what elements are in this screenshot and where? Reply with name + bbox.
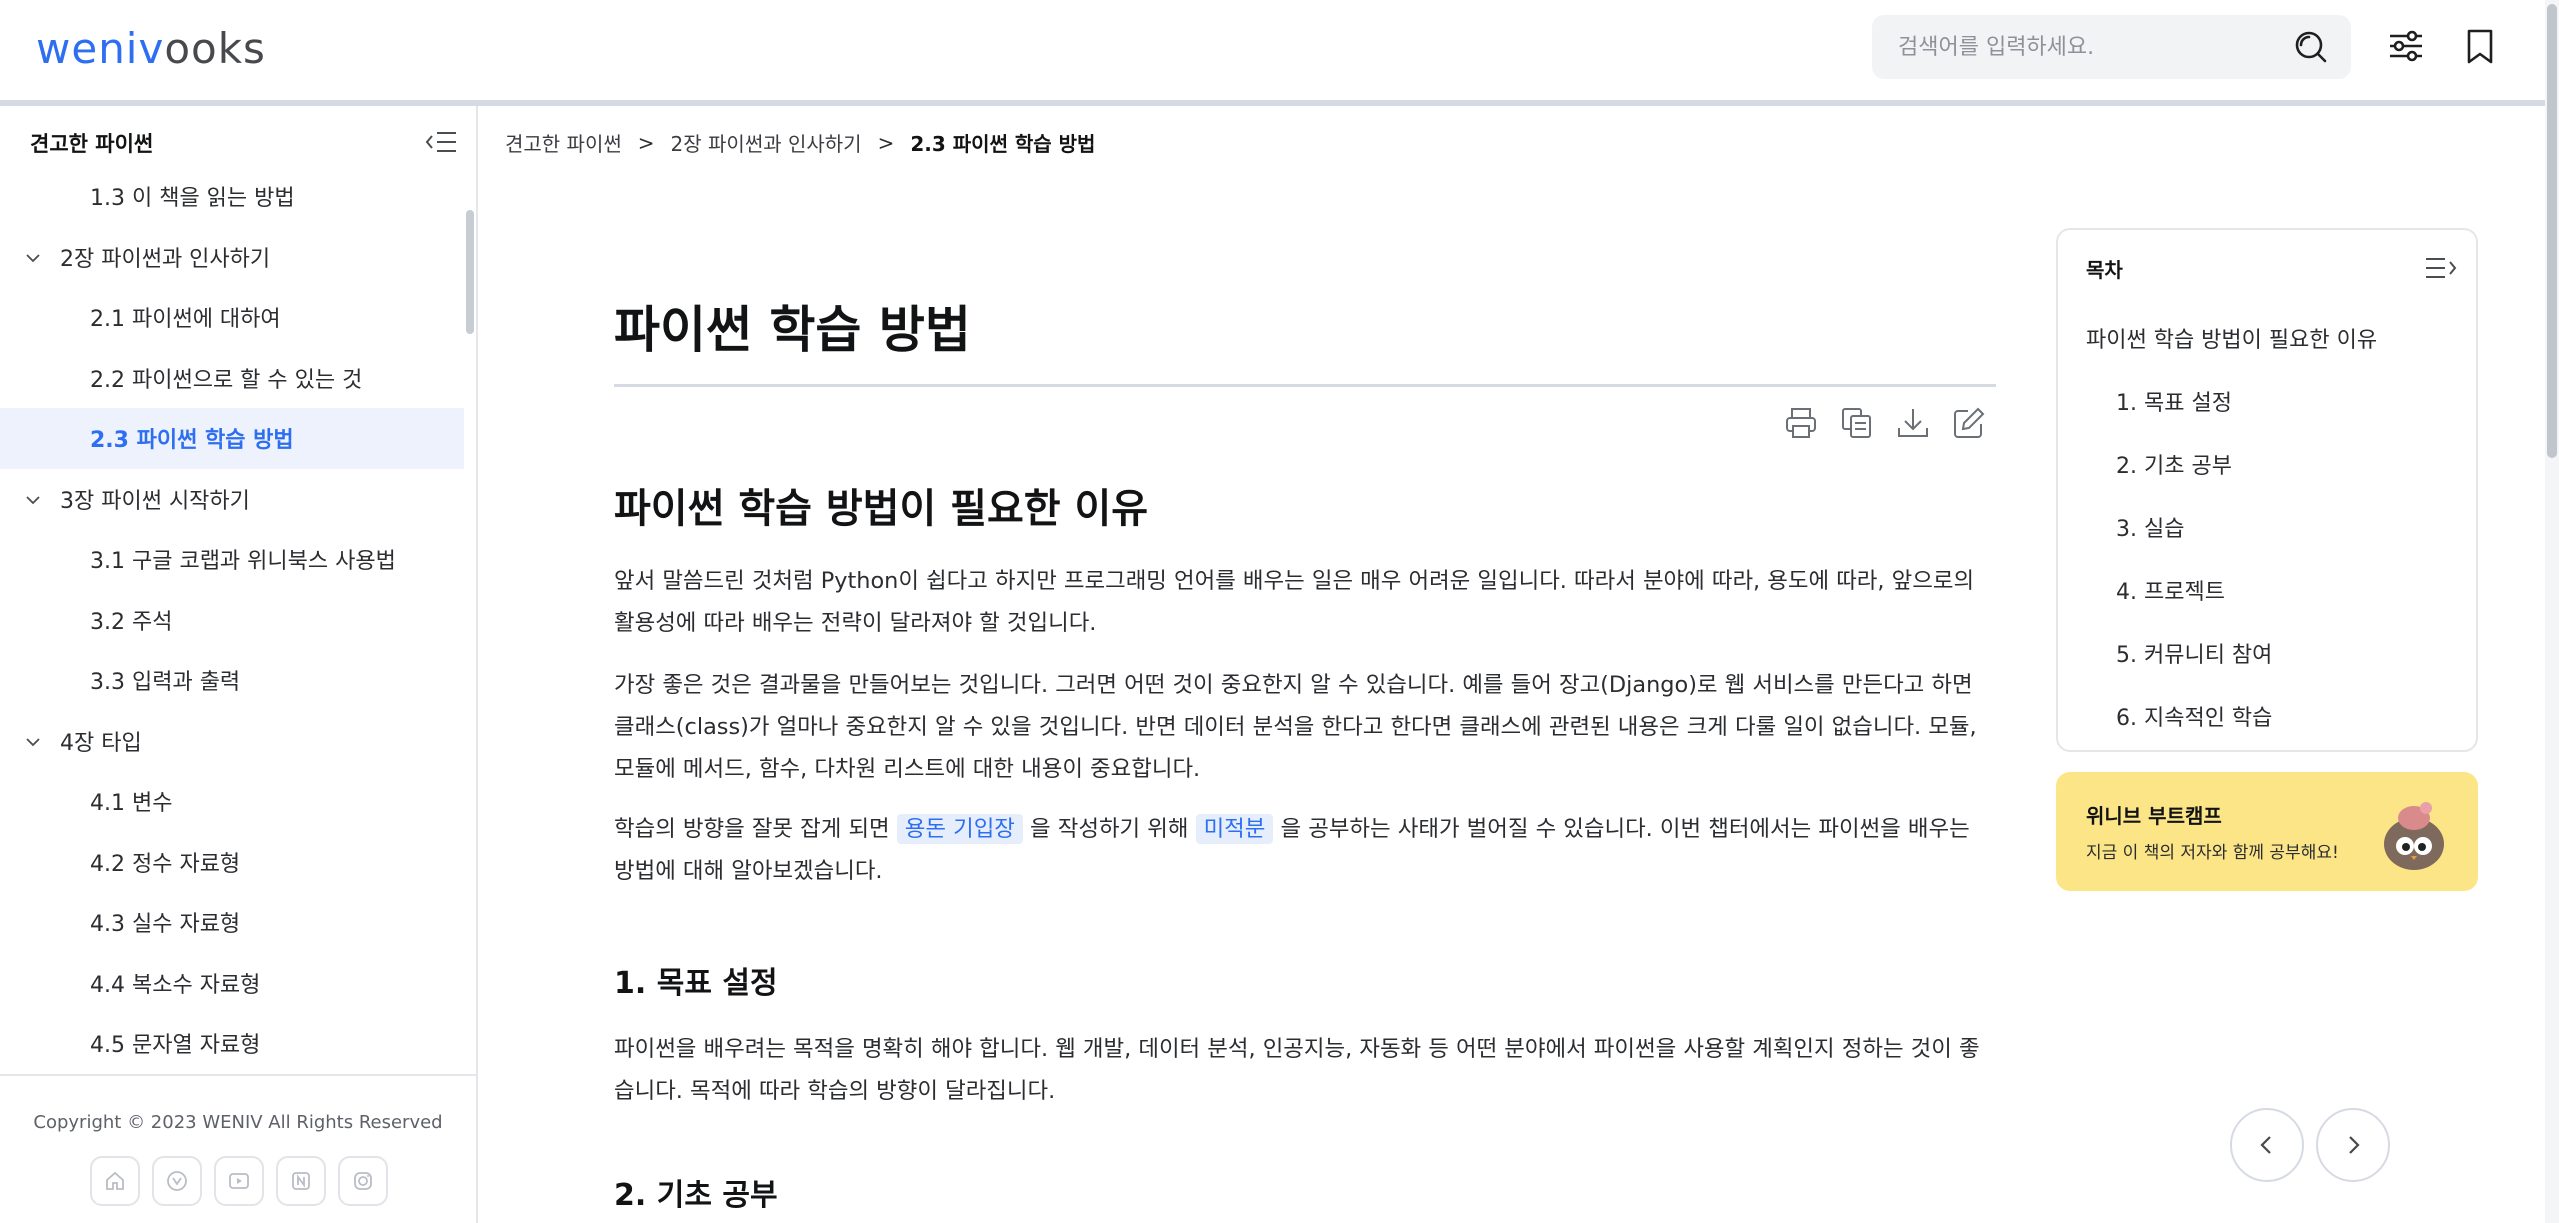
breadcrumb-current: 2.3 파이썬 학습 방법 bbox=[910, 132, 1096, 156]
sidebar-item-label: 1.3 이 책을 읽는 방법 bbox=[90, 186, 295, 212]
sidebar-book-title[interactable]: 견고한 파이썬 bbox=[30, 128, 153, 158]
toc-item-goal[interactable]: 1. 목표 설정 bbox=[2116, 385, 2232, 417]
toc-collapse-icon[interactable] bbox=[2424, 254, 2458, 282]
breadcrumb-separator: > bbox=[637, 130, 655, 155]
sidebar-item-2-2[interactable]: 2.2 파이썬으로 할 수 있는 것 bbox=[0, 348, 464, 409]
breadcrumb-separator: > bbox=[877, 130, 895, 155]
toc-item-why[interactable]: 파이썬 학습 방법이 필요한 이유 bbox=[2086, 322, 2377, 354]
download-icon[interactable] bbox=[1894, 404, 1932, 442]
sidebar: 견고한 파이썬 1.3 이 책을 읽는 방법 2장 파이썬과 인사하기 2.1 … bbox=[0, 106, 478, 1223]
chevron-down-icon[interactable] bbox=[24, 249, 42, 267]
toc-item-basics[interactable]: 2. 기초 공부 bbox=[2116, 448, 2232, 480]
sidebar-item-4-3[interactable]: 4.3 실수 자료형 bbox=[0, 892, 464, 953]
chevron-down-icon[interactable] bbox=[24, 733, 42, 751]
chevron-left-icon bbox=[2260, 1136, 2271, 1154]
sidebar-chapter-2[interactable]: 2장 파이썬과 인사하기 bbox=[0, 227, 464, 288]
edit-icon[interactable] bbox=[1950, 404, 1988, 442]
sidebar-item-label: 4.2 정수 자료형 bbox=[90, 851, 241, 877]
title-divider bbox=[614, 384, 1996, 387]
sidebar-item-label: 2.2 파이썬으로 할 수 있는 것 bbox=[90, 367, 363, 393]
sidebar-item-label: 4.5 문자열 자료형 bbox=[90, 1033, 261, 1059]
chevron-down-icon[interactable] bbox=[24, 491, 42, 509]
page-scrollbar-thumb[interactable] bbox=[2547, 4, 2557, 458]
sidebar-item-label: 4.1 변수 bbox=[90, 791, 173, 817]
next-page-button[interactable] bbox=[2316, 1108, 2390, 1182]
inline-code-allowance-book: 용돈 기입장 bbox=[896, 814, 1023, 844]
article-toolbar bbox=[1782, 404, 2002, 444]
sidebar-item-3-1[interactable]: 3.1 구글 코랩과 위니북스 사용법 bbox=[0, 529, 464, 590]
home-social-icon[interactable] bbox=[90, 1156, 140, 1206]
bootcamp-promo-banner[interactable]: 위니브 부트캠프 지금 이 책의 저자와 함께 공부해요! bbox=[2056, 772, 2478, 891]
paragraph-3-text: 을 작성하기 위해 bbox=[1022, 816, 1196, 842]
toc-item-practice[interactable]: 3. 실습 bbox=[2116, 511, 2184, 543]
weniv-books-logo[interactable]: weniv ooks bbox=[36, 18, 266, 78]
sidebar-scrollbar[interactable] bbox=[466, 210, 474, 334]
breadcrumb-book[interactable]: 견고한 파이썬 bbox=[505, 128, 622, 157]
paragraph-3: 학습의 방향을 잘못 잡게 되면 용돈 기입장 을 작성하기 위해 미적분 을 … bbox=[614, 808, 1996, 892]
sidebar-item-2-3-active[interactable]: 2.3 파이썬 학습 방법 bbox=[0, 408, 464, 469]
paragraph-goal: 파이썬을 배우려는 목적을 명확히 해야 합니다. 웹 개발, 데이터 분석, … bbox=[614, 1036, 1980, 1104]
toc-item-continuous[interactable]: 6. 지속적인 학습 bbox=[2116, 700, 2272, 732]
breadcrumb-chapter[interactable]: 2장 파이썬과 인사하기 bbox=[671, 128, 862, 157]
prev-page-button[interactable] bbox=[2230, 1108, 2304, 1182]
sidebar-item-label: 3.2 주석 bbox=[90, 609, 173, 635]
sidebar-item-label: 3.3 입력과 출력 bbox=[90, 670, 241, 696]
top-header: weniv ooks bbox=[0, 0, 2545, 100]
page-title: 파이썬 학습 방법 bbox=[614, 301, 971, 359]
mascot-character-icon bbox=[2384, 802, 2444, 870]
naver-blog-social-icon[interactable] bbox=[276, 1156, 326, 1206]
paragraph-2: 가장 좋은 것은 결과물을 만들어보는 것입니다. 그러면 어떤 것이 중요한지… bbox=[614, 672, 1977, 782]
sidebar-item-label: 2장 파이썬과 인사하기 bbox=[60, 246, 271, 272]
sidebar-item-4-1[interactable]: 4.1 변수 bbox=[0, 771, 464, 832]
instagram-social-icon[interactable] bbox=[338, 1156, 388, 1206]
sidebar-item-3-2[interactable]: 3.2 주석 bbox=[0, 590, 464, 651]
copy-icon[interactable] bbox=[1838, 404, 1876, 442]
sidebar-item-4-5[interactable]: 4.5 문자열 자료형 bbox=[0, 1013, 464, 1074]
search-input[interactable] bbox=[1898, 34, 2278, 60]
sidebar-item-4-2[interactable]: 4.2 정수 자료형 bbox=[0, 832, 464, 893]
toc-item-community[interactable]: 5. 커뮤니티 참여 bbox=[2116, 637, 2272, 669]
chevron-right-icon bbox=[2349, 1136, 2360, 1154]
paragraph-3-text: 학습의 방향을 잘못 잡게 되면 bbox=[614, 816, 897, 842]
discord-social-icon[interactable] bbox=[152, 1156, 202, 1206]
sidebar-item-label: 3.1 구글 코랩과 위니북스 사용법 bbox=[90, 549, 396, 575]
print-icon[interactable] bbox=[1782, 404, 1820, 442]
sidebar-item-4-4[interactable]: 4.4 복소수 자료형 bbox=[0, 953, 464, 1014]
toc-title: 목차 bbox=[2086, 258, 2123, 282]
sidebar-chapter-3[interactable]: 3장 파이썬 시작하기 bbox=[0, 469, 464, 530]
article-header: 파이썬 학습 방법 bbox=[614, 290, 1996, 370]
sidebar-chapter-4[interactable]: 4장 타입 bbox=[0, 711, 464, 772]
logo-books-text: ooks bbox=[164, 23, 266, 73]
bookmark-icon[interactable] bbox=[2460, 26, 2500, 66]
sidebar-item-label: 4장 타입 bbox=[60, 730, 142, 756]
search-box bbox=[1872, 15, 2351, 79]
section-heading: 파이썬 학습 방법이 필요한 이유 bbox=[614, 486, 1149, 532]
sidebar-item-label: 3장 파이썬 시작하기 bbox=[60, 488, 250, 514]
sidebar-item-2-1[interactable]: 2.1 파이썬에 대하여 bbox=[0, 287, 464, 348]
logo-weniv-text: weniv bbox=[36, 23, 165, 73]
sidebar-item-1-3[interactable]: 1.3 이 책을 읽는 방법 bbox=[0, 166, 464, 227]
search-icon[interactable] bbox=[2293, 29, 2329, 65]
sidebar-item-label: 4.3 실수 자료형 bbox=[90, 912, 241, 938]
sidebar-item-label: 2.3 파이썬 학습 방법 bbox=[90, 428, 294, 454]
promo-subtitle: 지금 이 책의 저자와 함께 공부해요! bbox=[2086, 843, 2339, 863]
sidebar-item-label: 2.1 파이썬에 대하여 bbox=[90, 307, 281, 333]
breadcrumb: 견고한 파이썬 > 2장 파이썬과 인사하기 > 2.3 파이썬 학습 방법 bbox=[505, 128, 1095, 157]
inline-code-calculus: 미적분 bbox=[1195, 814, 1274, 844]
sidebar-collapse-icon[interactable] bbox=[424, 128, 458, 156]
settings-sliders-icon[interactable] bbox=[2386, 26, 2426, 66]
heading-basic-study: 2. 기초 공부 bbox=[614, 1178, 778, 1213]
toc-item-project[interactable]: 4. 프로젝트 bbox=[2116, 574, 2225, 606]
sidebar-footer: Copyright © 2023 WENIV All Rights Reserv… bbox=[0, 1074, 476, 1223]
copyright-text: Copyright © 2023 WENIV All Rights Reserv… bbox=[33, 1112, 443, 1133]
table-of-contents: 목차 파이썬 학습 방법이 필요한 이유 1. 목표 설정 2. 기초 공부 3… bbox=[2056, 228, 2478, 752]
youtube-social-icon[interactable] bbox=[214, 1156, 264, 1206]
heading-goal-setting: 1. 목표 설정 bbox=[614, 966, 778, 1001]
promo-title: 위니브 부트캠프 bbox=[2086, 804, 2222, 828]
sidebar-nav-list: 1.3 이 책을 읽는 방법 2장 파이썬과 인사하기 2.1 파이썬에 대하여… bbox=[0, 166, 464, 1074]
paragraph-1: 앞서 말씀드린 것처럼 Python이 쉽다고 하지만 프로그래밍 언어를 배우… bbox=[614, 568, 1975, 636]
sidebar-item-3-3[interactable]: 3.3 입력과 출력 bbox=[0, 650, 464, 711]
sidebar-item-label: 4.4 복소수 자료형 bbox=[90, 972, 261, 998]
